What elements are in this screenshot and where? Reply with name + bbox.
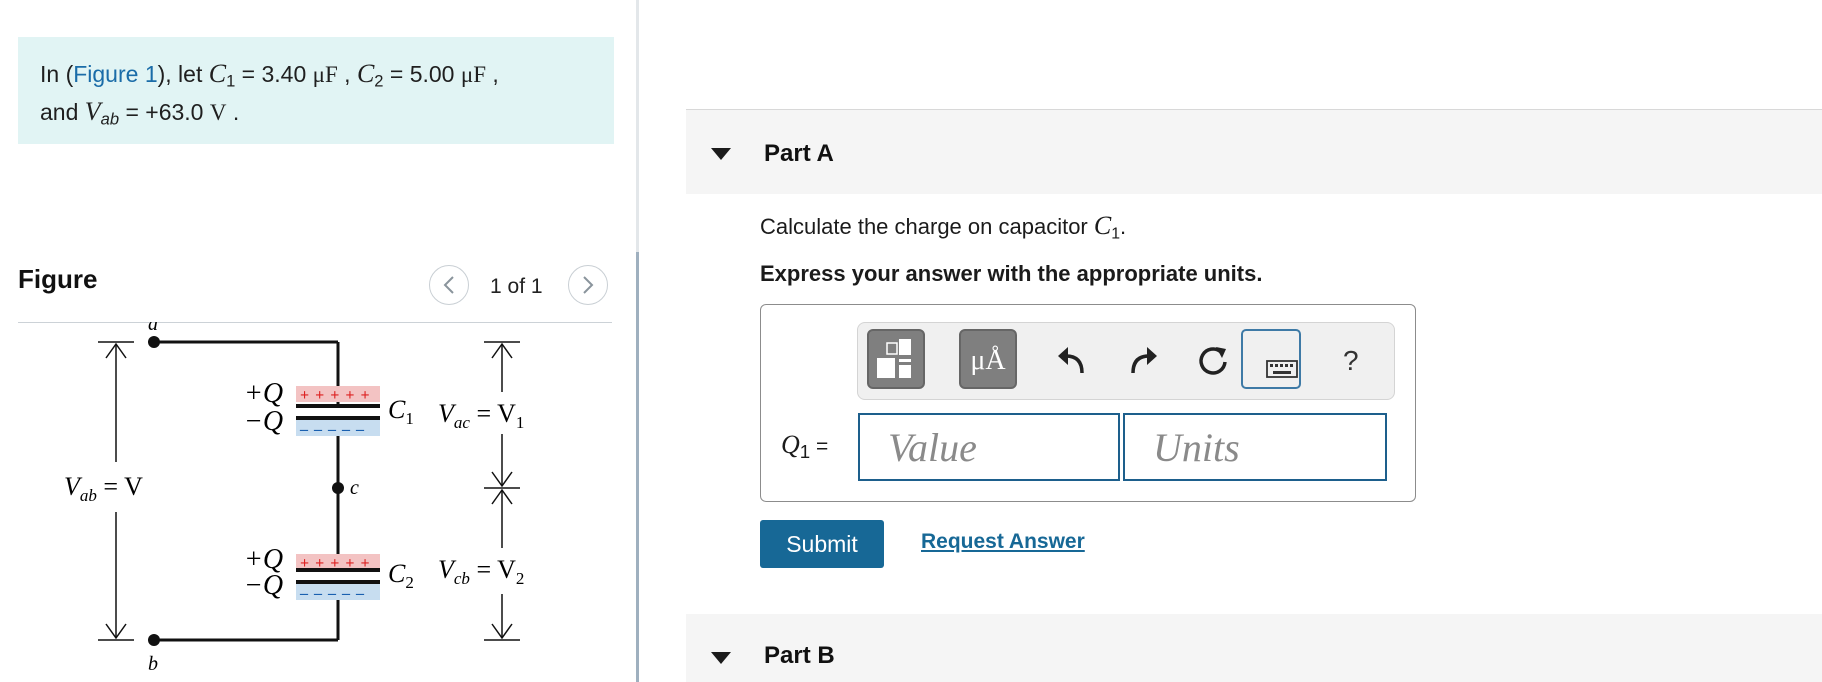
- part-b-header[interactable]: Part B: [686, 614, 1822, 682]
- caret-down-icon[interactable]: [711, 148, 731, 160]
- c1-figure-label: C1: [388, 395, 414, 428]
- node-c-label: c: [350, 477, 359, 499]
- request-answer-link[interactable]: Request Answer: [921, 530, 1085, 554]
- left-panel: In (Figure 1), let C1 = 3.40 μF , C2 = 5…: [0, 0, 636, 682]
- c2-minus-q: −Q: [244, 570, 283, 601]
- c2-unit: μF: [460, 62, 486, 87]
- c2-minus-charges: – – – – –: [299, 585, 365, 602]
- sep1: ,: [337, 61, 357, 87]
- c2-symbol: C: [356, 59, 375, 88]
- part-b-label: Part B: [764, 642, 835, 669]
- intro-prefix: In (: [40, 61, 74, 87]
- units-input[interactable]: [1123, 413, 1387, 481]
- question-sub: 1: [1111, 225, 1121, 243]
- c1-plus-charges: + + + + +: [300, 387, 371, 404]
- c2-figure-label: C2: [388, 559, 414, 592]
- keyboard-button[interactable]: [1241, 329, 1306, 389]
- question-prefix: Calculate the charge on capacitor: [760, 214, 1094, 239]
- math-toolbar: μÅ ?: [857, 322, 1395, 400]
- question-symbol: C: [1093, 211, 1112, 240]
- reset-icon[interactable]: [1194, 341, 1234, 381]
- submit-button[interactable]: Submit: [760, 520, 884, 568]
- units-symbols-label: μÅ: [970, 345, 1006, 376]
- vab-symbol: V: [84, 96, 101, 126]
- answer-box: μÅ ? Q1 =: [760, 304, 1416, 502]
- figure-link[interactable]: Figure 1: [73, 61, 157, 87]
- keyboard-icon: [1266, 360, 1306, 378]
- redo-icon[interactable]: [1123, 341, 1163, 381]
- value-input[interactable]: [858, 413, 1120, 481]
- intro-text: ), let: [157, 61, 209, 87]
- vab-sub: ab: [100, 109, 120, 129]
- c1-symbol: C: [208, 59, 227, 88]
- vac-figure-label: Vac = V1: [438, 399, 524, 432]
- question-suffix: .: [1120, 214, 1127, 239]
- vab-unit: V: [209, 99, 227, 125]
- chevron-right-icon: [583, 276, 594, 294]
- c1-minus-charges: – – – – –: [299, 421, 365, 438]
- c1-minus-q: −Q: [244, 406, 283, 437]
- circuit-diagram: a b c + + + + + – – – – – +Q −Q C1 + + +…: [64, 322, 524, 675]
- vcb-figure-label: Vcb = V2: [438, 555, 524, 588]
- c2-sub: 2: [374, 71, 384, 91]
- c1-value: = 3.40: [235, 61, 313, 87]
- c1-plus-q: +Q: [244, 378, 283, 409]
- part-a-label: Part A: [764, 140, 834, 167]
- node-a-label: a: [148, 322, 158, 335]
- node-b-label: b: [148, 653, 158, 675]
- caret-down-icon[interactable]: [711, 652, 731, 664]
- question-text: Calculate the charge on capacitor C1.: [760, 211, 1126, 243]
- intro-end: .: [226, 98, 240, 125]
- figure-page-indicator: 1 of 1: [490, 275, 543, 298]
- figure-heading: Figure: [18, 264, 98, 294]
- c1-unit: μF: [312, 62, 338, 87]
- panel-scroll-indicator[interactable]: [636, 252, 639, 682]
- answer-variable-label: Q1 =: [781, 430, 829, 463]
- units-symbols-button[interactable]: μÅ: [959, 329, 1017, 389]
- problem-statement: In (Figure 1), let C1 = 3.40 μF , C2 = 5…: [18, 37, 614, 144]
- sep2: ,: [486, 61, 499, 87]
- c2-value: = 5.00: [383, 61, 461, 87]
- c1-sub: 1: [226, 71, 236, 91]
- part-a-header[interactable]: Part A: [686, 109, 1822, 194]
- help-button[interactable]: ?: [1343, 345, 1359, 377]
- undo-icon[interactable]: [1052, 341, 1092, 381]
- templates-icon: [877, 339, 911, 378]
- chevron-left-icon: [443, 276, 454, 294]
- instruction-text: Express your answer with the appropriate…: [760, 261, 1263, 286]
- templates-button[interactable]: [867, 329, 925, 389]
- vab-value: = +63.0: [119, 98, 210, 125]
- c2-plus-charges: + + + + +: [300, 555, 371, 572]
- vab-figure-label: Vab = V: [64, 472, 143, 505]
- next-figure-button[interactable]: [568, 265, 608, 305]
- prev-figure-button[interactable]: [429, 265, 469, 305]
- intro-and: and: [40, 98, 85, 125]
